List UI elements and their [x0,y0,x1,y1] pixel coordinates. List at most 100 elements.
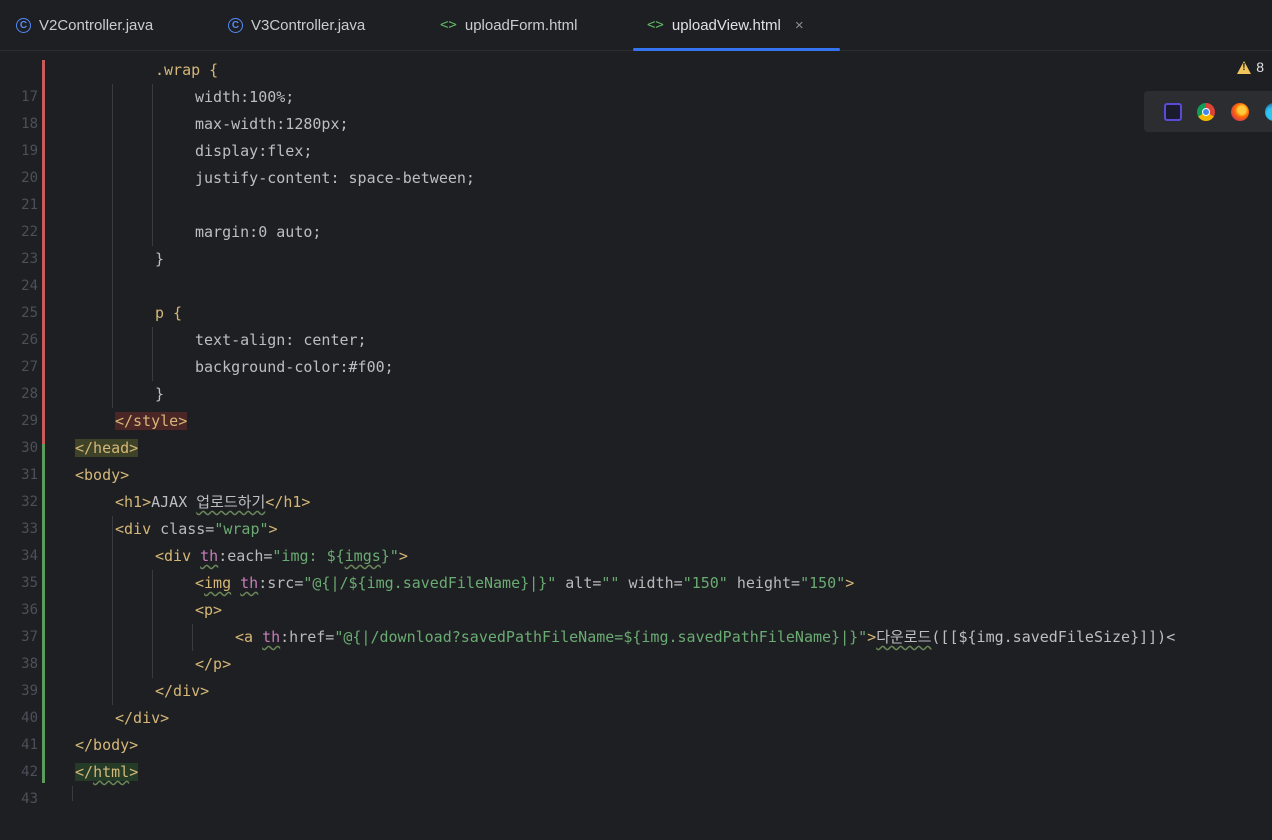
thymeleaf-namespace: th [262,628,281,646]
code-line[interactable]: 30 </style> [0,408,1272,456]
css-selector: p { [155,304,183,322]
attr-name: :src= [258,574,304,592]
tag-end: > [398,547,408,565]
code-line[interactable]: 43 </html> [0,759,1272,807]
style-close-tag: </style> [115,412,188,430]
attr-value: "img: ${ [272,547,345,565]
tab-v2controller[interactable]: C V2Controller.java [16,0,153,50]
attr-name: :href= [280,628,335,646]
code-text: text-align: center; [195,331,367,349]
attr-name: width= [619,574,683,592]
attr-value: "" [601,574,620,592]
attr-value: "@{|/${img.savedFileName}|}" [303,574,557,592]
code-line[interactable]: 24 } [0,246,1272,294]
code-text: } [155,250,165,268]
code-line[interactable]: 42 </body> [0,732,1272,780]
tag-end: > [268,520,278,538]
editor-tab-bar: C V2Controller.java C V3Controller.java … [0,0,1272,51]
firefox-icon[interactable] [1231,103,1249,121]
thymeleaf-namespace: th [200,547,219,565]
attr-value: "150" [682,574,728,592]
code-text: max-width:1280px; [195,115,349,133]
attr-name: class= [151,520,215,538]
img-tag: img [204,574,232,592]
html-file-icon: <> [440,17,457,33]
code-line[interactable]: 20 display:flex; [0,138,1272,186]
code-line[interactable]: 31 </head> [0,435,1272,483]
intellij-browser-icon[interactable] [1164,103,1182,121]
attr-value: }" [380,547,399,565]
div-close-tag: </div> [155,682,210,700]
warning-icon [1237,60,1252,74]
code-line[interactable]: 26 p { [0,300,1272,348]
code-line[interactable]: 38 <a th:href="@{|/download?savedPathFil… [0,624,1272,672]
code-text: justify-content: space-between; [195,169,475,187]
p-close-tag: </p> [195,655,232,673]
code-line[interactable]: 34 <div class="wrap"> [0,516,1272,564]
code-text: margin:0 auto; [195,223,322,241]
code-line[interactable]: 22 [0,192,1272,240]
attr-value: imgs [344,547,381,565]
tab-label: uploadView.html [671,16,781,34]
warning-count: 8 [1256,59,1264,75]
code-line[interactable]: 25 [0,273,1272,321]
code-line[interactable]: 33 <h1>AJAX 업로드하기</h1> [0,489,1272,537]
p-open-tag: <p> [195,601,223,619]
edge-icon[interactable] [1265,103,1272,121]
attr-value: "@{|/download?savedPathFileName=${img.sa… [334,628,868,646]
h1-close-tag: </h1> [265,493,311,511]
html-file-icon: <> [647,17,664,33]
link-text: ([[${img.savedFileSize}]])< [931,628,1176,646]
tab-uploadview[interactable]: <> uploadView.html × [633,0,840,51]
code-line[interactable]: 40 </div> [0,678,1272,726]
h1-text: AJAX [151,493,197,511]
code-line[interactable]: 32 <body> [0,462,1272,510]
tag-end: > [845,574,855,592]
body-close-tag: </body> [75,736,139,754]
code-line[interactable]: 36 <img th:src="@{|/${img.savedFileName}… [0,570,1272,618]
html-close-tag: </html> [75,763,139,781]
head-close-tag: </head> [75,439,139,457]
tab-label: V3Controller.java [251,16,366,34]
body-open-tag: <body> [75,466,130,484]
attr-value: "wrap" [214,520,269,538]
tag-end: > [867,628,877,646]
thymeleaf-namespace: th [240,574,259,592]
html-tag-name: html [93,763,130,781]
code-line[interactable]: 19 max-width:1280px; [0,111,1272,159]
code-text: background-color:#f00; [195,358,394,376]
browser-preview-panel [1144,91,1272,132]
a-tag: <a [235,628,263,646]
code-line[interactable]: 17 .wrap { [0,57,1272,105]
code-line[interactable]: 27 text-align: center; [0,327,1272,375]
tag-end: > [129,763,139,781]
div-tag: <div [155,547,201,565]
code-text: } [155,385,165,403]
inspection-widget[interactable]: 8 [1237,59,1264,75]
code-line[interactable]: 37 <p> [0,597,1272,645]
code-text: display:flex; [195,142,313,160]
link-text: 다운로드 [876,628,932,646]
code-line[interactable]: 18 width:100%; [0,84,1272,132]
java-class-icon: C [228,17,243,33]
code-line[interactable]: 23 margin:0 auto; [0,219,1272,267]
indent-guide [72,786,73,801]
tab-uploadform[interactable]: <> uploadForm.html [440,0,577,50]
chrome-icon[interactable] [1197,103,1215,121]
code-line[interactable]: 21 justify-content: space-between; [0,165,1272,213]
css-selector: .wrap { [155,61,219,79]
code-line[interactable]: 41 </div> [0,705,1272,753]
tab-label: uploadForm.html [464,16,578,34]
close-tab-icon[interactable]: × [795,17,804,34]
tab-v3controller[interactable]: C V3Controller.java [228,0,365,50]
tag-start: </ [75,763,94,781]
code-text: width:100%; [195,88,295,106]
line-number: 43 [21,791,38,807]
h1-korean-text: 업로드하기 [196,493,266,511]
attr-name: height= [727,574,801,592]
div-close-tag: </div> [115,709,170,727]
code-line[interactable]: 35 <div th:each="img: ${imgs}"> [0,543,1272,591]
code-line[interactable]: 28 background-color:#f00; [0,354,1272,402]
code-line[interactable]: 39 </p> [0,651,1272,699]
code-line[interactable]: 29 } [0,381,1272,429]
